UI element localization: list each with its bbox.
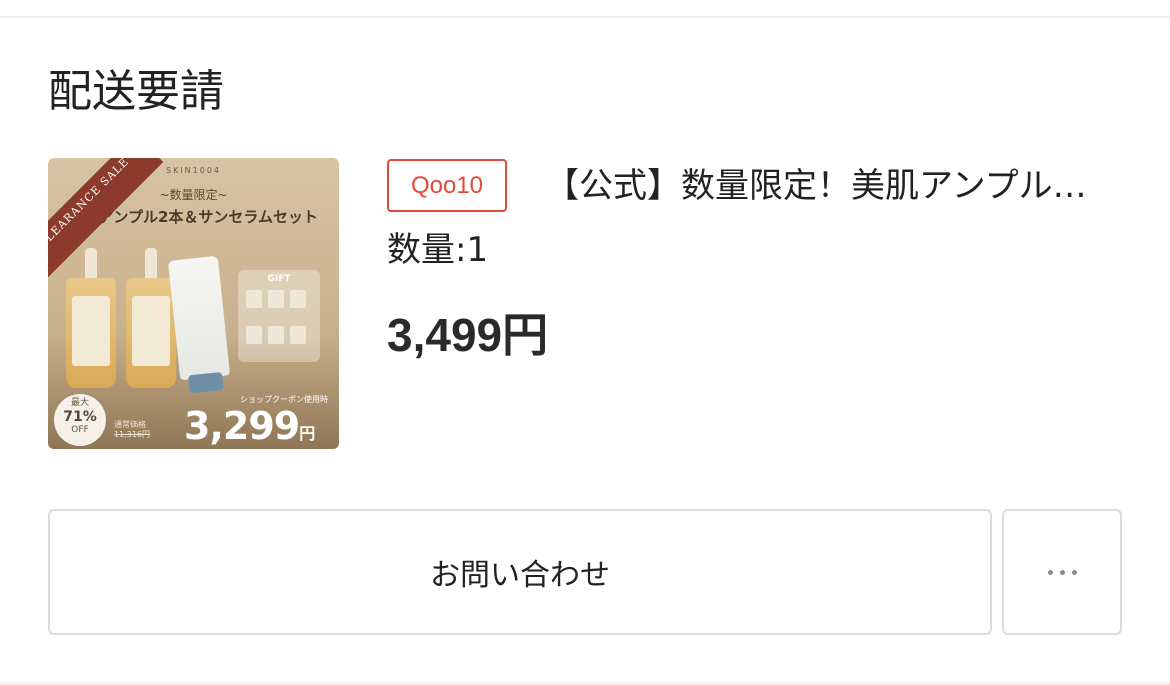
shop-badge[interactable]: Qoo10 [387,159,507,212]
product-quantity: 数量:1 [387,230,489,270]
product-name[interactable]: 【公式】数量限定！美肌アンプル2本＆サンセラムセット [545,162,1105,210]
more-options-button[interactable] [1002,509,1122,635]
ampoule-bottle-image [66,248,116,388]
sale-price: 3,299円 [184,404,315,448]
ampoule-bottle-image [126,248,176,388]
section-title: 配送要請 [48,66,224,117]
original-price-value: 11,316円 [114,430,150,439]
inquiry-button[interactable]: お問い合わせ [48,509,992,635]
discount-badge: 最大 71% OFF [54,394,106,446]
product-price: 3,499円 [387,309,549,361]
original-price: 通常価格 11,316円 [114,420,150,440]
discount-off: OFF [71,425,89,435]
gift-label: GIFT [267,274,291,284]
product-thumbnail[interactable]: SKIN1004 ~数量限定~ 美肌アンプル2本＆サンセラムセット GIFT 最… [48,158,339,449]
discount-top: 最大 [70,398,89,408]
top-divider [0,0,1170,18]
sale-price-value: 3,299 [184,404,300,448]
more-horizontal-icon [1047,569,1077,575]
original-price-label: 通常価格 [114,420,146,429]
discount-value: 71% [63,409,97,425]
sun-serum-tube-image [167,255,231,394]
gift-box: GIFT [238,270,320,362]
sale-price-unit: 円 [299,424,315,443]
thumbnail-brand: SKIN1004 [165,166,222,175]
